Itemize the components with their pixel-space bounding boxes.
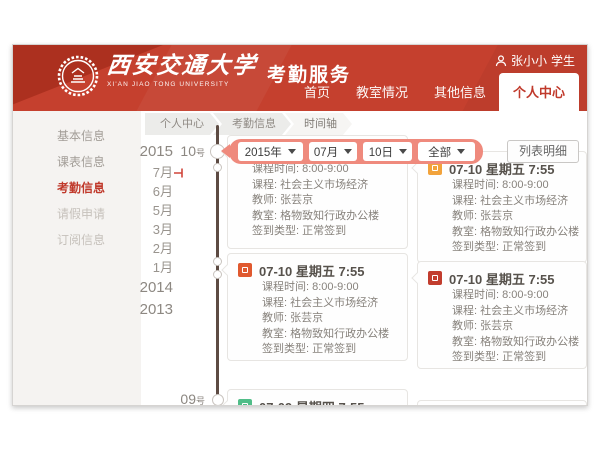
card-header-title: 07-10 星期五 7:55: [449, 269, 555, 288]
card-row-course-time: 课程时间: 8:00-9:00: [238, 280, 397, 296]
nav-tab-personal-center-active[interactable]: 个人中心: [499, 73, 579, 111]
sidebar: 基本信息 课表信息 考勤信息 请假申请 订阅信息: [13, 111, 141, 406]
card-pointer: [411, 162, 422, 173]
month-filter-value: 07月: [314, 144, 338, 160]
current-month-marker-icon: [174, 168, 186, 178]
day-suffix: 号: [196, 396, 205, 406]
content-area: 基本信息 课表信息 考勤信息 请假申请 订阅信息 个人中心 考勤信息 时间轴 2…: [13, 111, 588, 406]
card-row-course-time: 课程时间: 8:00-9:00: [428, 178, 576, 194]
type-filter-dropdown[interactable]: 全部: [418, 142, 475, 161]
list-detail-button[interactable]: 列表明细: [507, 140, 579, 163]
card-row-signin-type: 签到类型: 正常签到: [428, 240, 576, 256]
caret-down-icon: [288, 149, 296, 154]
user-role: 学生: [551, 52, 575, 69]
sidebar-item-basic-info[interactable]: 基本信息: [13, 123, 141, 149]
signin-status-icon: [238, 399, 252, 406]
attendance-card[interactable]: 07-10 星期五 7:55 课程时间: 8:00-9:00 课程: 社会主义市…: [227, 253, 408, 361]
sidebar-item-schedule-info[interactable]: 课表信息: [13, 149, 141, 175]
nav-item-other-info[interactable]: 其他信息: [421, 82, 499, 111]
sidebar-item-subscription-info[interactable]: 订阅信息: [13, 227, 141, 253]
day-number: 10: [180, 143, 196, 159]
year-item-2013[interactable]: 2013: [125, 299, 173, 321]
month-filter-dropdown[interactable]: 07月: [309, 142, 358, 161]
timeline-year-month-nav: 2015 7月 6月 5月 3月 2月 1月 2014 2013: [125, 141, 173, 321]
card-pointer: [411, 272, 422, 283]
card-pointer: [221, 264, 232, 275]
month-item-2[interactable]: 2月: [125, 239, 173, 258]
university-name-en: XI'AN JIAO TONG UNIVERSITY: [107, 81, 257, 88]
breadcrumb-attendance-info[interactable]: 考勤信息: [213, 113, 291, 135]
card-row-course: 课程: 社会主义市场经济: [428, 194, 576, 210]
day-label-10: 10号: [165, 143, 205, 161]
type-filter-value: 全部: [428, 144, 451, 160]
card-row-course: 课程: 社会主义市场经济: [238, 296, 397, 312]
card-header-title: 07-10 星期五 7:55: [259, 261, 365, 280]
card-row-classroom: 教室: 格物致知行政办公楼: [428, 225, 576, 241]
caret-down-icon: [399, 149, 407, 154]
card-row-teacher: 教师: 张芸京: [238, 311, 397, 327]
main-nav: 首页 教室情况 其他信息 个人中心: [291, 73, 579, 111]
attendance-card-edge-cut[interactable]: [417, 400, 587, 406]
attendance-card[interactable]: 07-10 星期五 7:55 课程时间: 8:00-9:00 课程: 社会主义市…: [417, 261, 587, 369]
month-item-1[interactable]: 1月: [125, 258, 173, 277]
day-filter-dropdown[interactable]: 10日: [363, 142, 412, 161]
card-row-teacher: 教师: 张芸京: [428, 209, 576, 225]
card-row-teacher: 教师: 张芸京: [238, 193, 397, 209]
month-item-3[interactable]: 3月: [125, 220, 173, 239]
caret-down-icon: [344, 149, 352, 154]
app-header: 西安交通大学 XI'AN JIAO TONG UNIVERSITY 考勤服务 张…: [13, 45, 588, 111]
attendance-card[interactable]: 07-10 星期五 7:55 课程时间: 8:00-9:00 课程: 社会主义市…: [417, 151, 587, 263]
year-filter-value: 2015年: [245, 144, 282, 160]
card-row-signin-type: 签到类型: 正常签到: [428, 350, 576, 366]
year-filter-dropdown[interactable]: 2015年: [238, 142, 303, 161]
card-row-course: 课程: 社会主义市场经济: [238, 178, 397, 194]
card-row-classroom: 教室: 格物致知行政办公楼: [238, 327, 397, 343]
user-account-area[interactable]: 张小小 学生: [495, 52, 575, 69]
breadcrumb-timeline-active[interactable]: 时间轴: [285, 113, 352, 135]
day-suffix: 号: [196, 148, 205, 158]
attendance-app-screenshot: 西安交通大学 XI'AN JIAO TONG UNIVERSITY 考勤服务 张…: [0, 0, 600, 450]
app-window: 西安交通大学 XI'AN JIAO TONG UNIVERSITY 考勤服务 张…: [12, 44, 588, 406]
sidebar-item-attendance-info-active[interactable]: 考勤信息: [13, 175, 141, 201]
card-row-course-time: 课程时间: 8:00-9:00: [428, 288, 576, 304]
timeline-node-small-1: [213, 163, 222, 172]
day-label-09: 09号: [165, 391, 205, 406]
month-label: 7月: [153, 165, 173, 180]
date-filter-bar: 2015年 07月 10日 全部: [229, 139, 483, 164]
user-name: 张小小: [511, 52, 547, 69]
month-item-5[interactable]: 5月: [125, 201, 173, 220]
nav-item-home[interactable]: 首页: [291, 82, 343, 111]
nav-item-classrooms[interactable]: 教室情况: [343, 82, 421, 111]
card-row-course: 课程: 社会主义市场经济: [428, 304, 576, 320]
timeline-node-small-2: [213, 257, 222, 266]
day-filter-value: 10日: [369, 144, 393, 160]
signin-status-icon: [238, 263, 252, 277]
card-row-signin-type: 签到类型: 正常签到: [238, 342, 397, 358]
card-row-classroom: 教室: 格物致知行政办公楼: [238, 209, 397, 225]
day-number: 09: [180, 391, 196, 406]
filter-callout-arrow: [221, 144, 230, 158]
sidebar-item-leave-request[interactable]: 请假申请: [13, 201, 141, 227]
card-row-classroom: 教室: 格物致知行政办公楼: [428, 335, 576, 351]
logo-text-block: 西安交通大学 XI'AN JIAO TONG UNIVERSITY: [107, 53, 257, 88]
card-header-title: 07-09 星期四 7:55: [259, 397, 365, 407]
breadcrumb: 个人中心 考勤信息 时间轴: [145, 113, 352, 135]
year-item-2014[interactable]: 2014: [125, 277, 173, 299]
caret-down-icon: [457, 149, 465, 154]
month-item-7-current[interactable]: 7月: [125, 163, 173, 182]
university-name-cn: 西安交通大学: [106, 53, 259, 79]
university-seal-icon: [57, 55, 99, 97]
card-row-teacher: 教师: 张芸京: [428, 319, 576, 335]
timeline-node-small-3: [213, 270, 222, 279]
person-icon: [495, 55, 507, 67]
card-row-course-time: 课程时间: 8:00-9:00: [238, 162, 397, 178]
month-item-6[interactable]: 6月: [125, 182, 173, 201]
breadcrumb-personal-center[interactable]: 个人中心: [145, 113, 219, 135]
card-row-signin-type: 签到类型: 正常签到: [238, 224, 397, 240]
attendance-card-partially-cut[interactable]: 07-09 星期四 7:55: [227, 389, 408, 406]
signin-status-icon: [428, 271, 442, 285]
